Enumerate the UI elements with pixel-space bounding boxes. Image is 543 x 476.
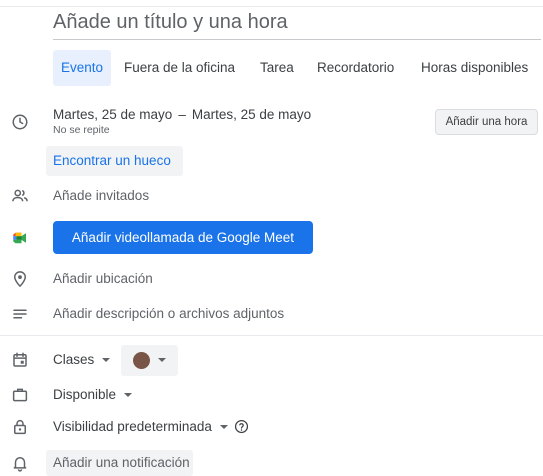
availability-select[interactable]: Disponible (53, 387, 133, 402)
bell-icon (11, 454, 29, 472)
tab-evento[interactable]: Evento (53, 50, 112, 86)
add-description-field[interactable]: Añadir descripción o archivos adjuntos (53, 306, 284, 321)
event-date-range[interactable]: Martes, 25 de mayo – Martes, 25 de mayo (53, 107, 311, 122)
chevron-down-icon (219, 425, 228, 430)
tab-tarea[interactable]: Tarea (260, 50, 294, 86)
clock-icon (11, 113, 29, 131)
find-slot-button[interactable]: Encontrar un hueco (46, 146, 183, 176)
calendar-name: Clases (53, 352, 95, 367)
add-guests-field[interactable]: Añade invitados (53, 188, 149, 203)
chevron-down-icon (158, 358, 166, 362)
event-title-input[interactable] (53, 9, 541, 40)
tab-fuera-de-la-oficina[interactable]: Fuera de la oficina (124, 50, 235, 86)
calendar-select[interactable]: Clases (53, 352, 111, 367)
add-time-button[interactable]: Añadir una hora (435, 109, 538, 135)
tab-horas-disponibles[interactable]: Horas disponibles (421, 50, 528, 86)
chevron-down-icon (124, 393, 133, 398)
repeat-status[interactable]: No se repite (53, 124, 110, 136)
location-pin-icon (11, 270, 29, 288)
lock-icon (11, 418, 29, 436)
tab-recordatorio[interactable]: Recordatorio (317, 50, 394, 86)
google-meet-icon (11, 229, 29, 247)
section-divider (0, 335, 543, 336)
visibility-select[interactable]: Visibilidad predeterminada (53, 419, 228, 434)
notes-icon (11, 305, 29, 323)
event-color-picker[interactable] (121, 345, 178, 376)
briefcase-icon (11, 386, 29, 404)
add-location-field[interactable]: Añadir ubicación (53, 271, 153, 286)
availability-value: Disponible (53, 387, 117, 402)
color-swatch (133, 352, 150, 369)
start-date[interactable]: Martes, 25 de mayo (53, 107, 172, 122)
visibility-value: Visibilidad predeterminada (53, 419, 212, 434)
end-date[interactable]: Martes, 25 de mayo (192, 107, 311, 122)
people-icon (11, 187, 29, 205)
add-google-meet-button[interactable]: Añadir videollamada de Google Meet (53, 221, 313, 254)
date-separator: – (178, 107, 186, 122)
add-notification-button[interactable]: Añadir una notificación (46, 450, 193, 476)
top-divider (0, 6, 543, 7)
help-circle-icon[interactable] (234, 419, 249, 434)
chevron-down-icon (102, 358, 111, 363)
calendar-icon (11, 351, 29, 369)
